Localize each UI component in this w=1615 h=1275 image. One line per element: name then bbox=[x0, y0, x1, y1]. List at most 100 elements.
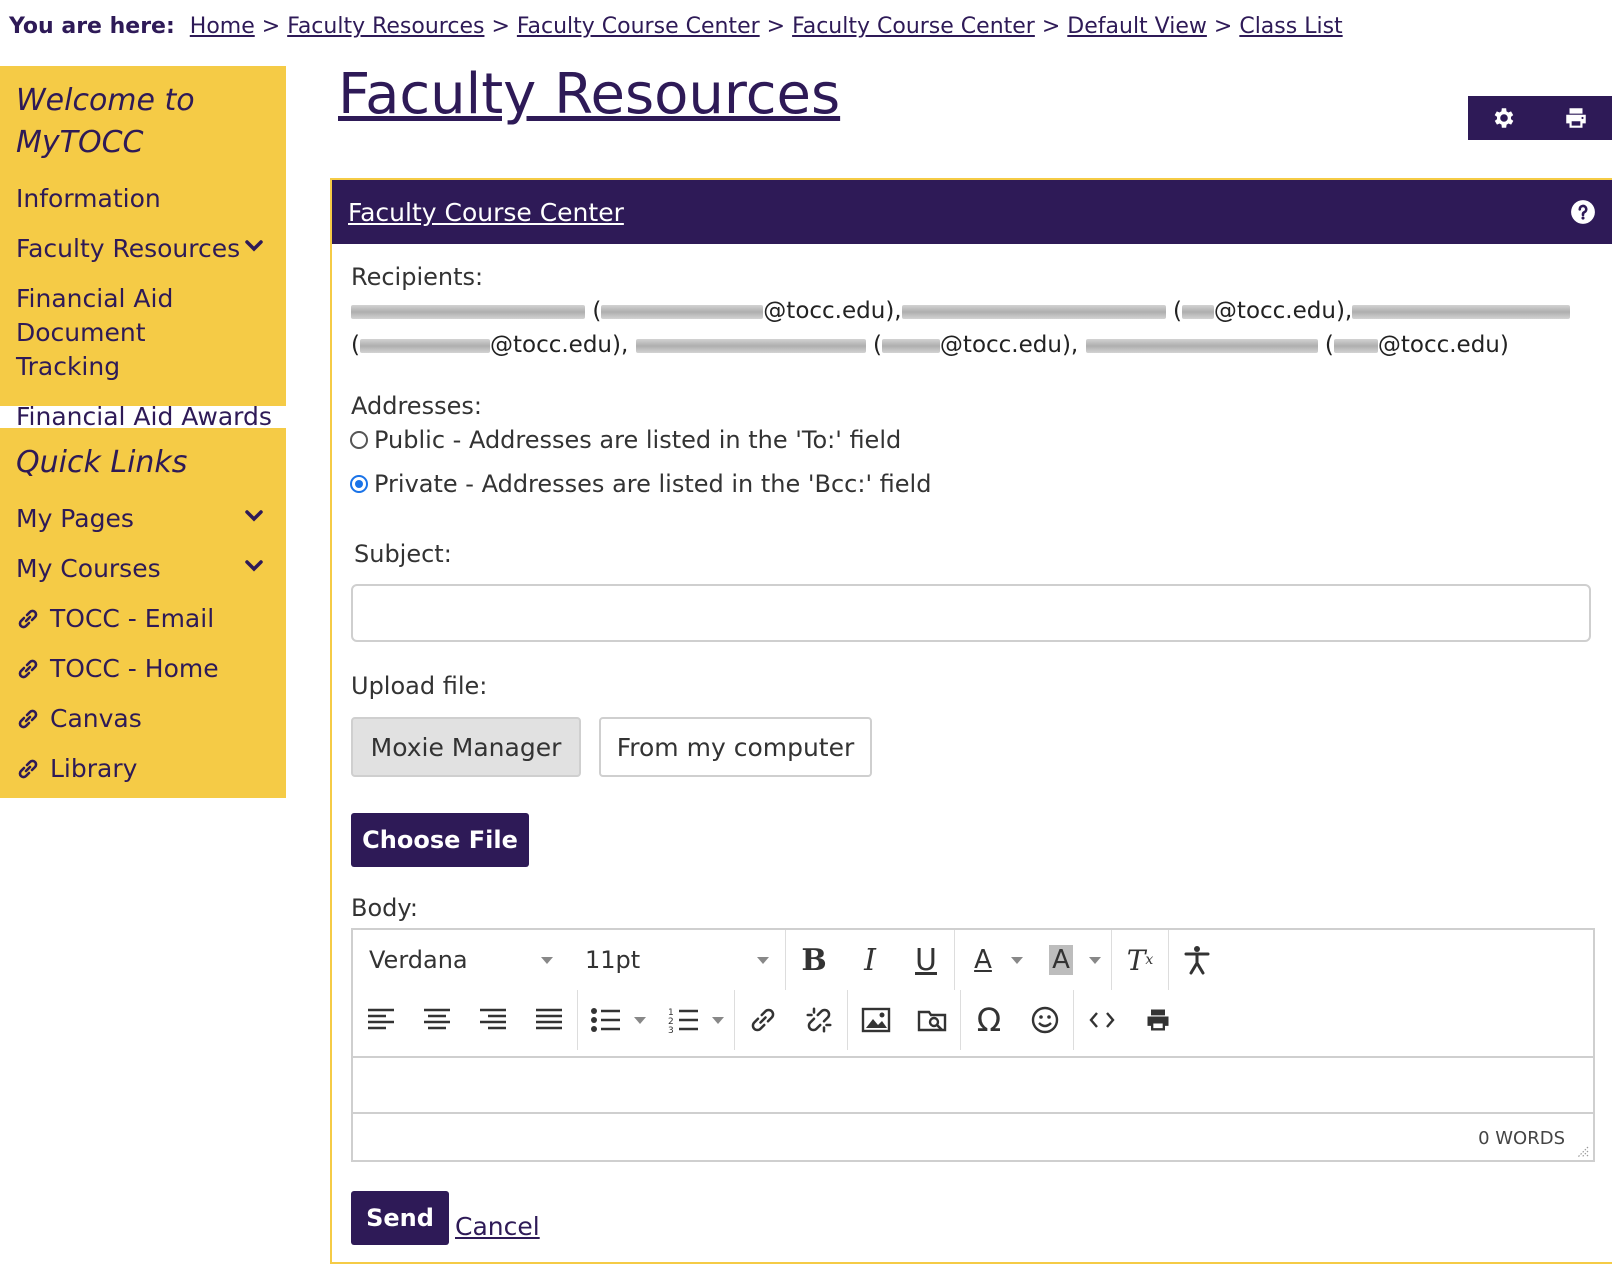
paren: ) bbox=[1499, 332, 1509, 358]
send-button[interactable]: Send bbox=[351, 1191, 449, 1245]
underline-icon[interactable]: U bbox=[898, 932, 954, 988]
recipients-line-1: (@tocc.edu), (@tocc.edu), bbox=[351, 298, 1571, 324]
breadcrumb-separator: > bbox=[766, 14, 786, 39]
dropdown-caret-icon[interactable] bbox=[634, 1016, 646, 1024]
quick-links-title: Quick Links bbox=[16, 445, 188, 480]
redacted-email bbox=[359, 338, 490, 353]
clear-formatting-icon[interactable]: Tx bbox=[1112, 932, 1168, 988]
quick-link-library[interactable]: Library bbox=[16, 744, 286, 794]
redacted-name bbox=[1085, 338, 1318, 353]
breadcrumb-faculty-course-center-2[interactable]: Faculty Course Center bbox=[792, 14, 1035, 39]
chevron-down-icon[interactable] bbox=[244, 556, 264, 576]
paren-comma: ), bbox=[1335, 298, 1353, 324]
dropdown-caret-icon bbox=[541, 956, 553, 964]
redacted-name bbox=[635, 338, 866, 353]
address-option-public[interactable]: Public - Addresses are listed in the 'To… bbox=[350, 426, 901, 454]
align-right-icon[interactable] bbox=[465, 992, 521, 1048]
dropdown-caret-icon[interactable] bbox=[1011, 956, 1023, 964]
font-family-select[interactable]: Verdana bbox=[353, 946, 569, 974]
page-title[interactable]: Faculty Resources bbox=[338, 62, 840, 127]
recipients-line-2: (@tocc.edu), (@tocc.edu), (@tocc.edu) bbox=[351, 332, 1509, 358]
remove-link-icon[interactable] bbox=[791, 992, 847, 1048]
redacted-email bbox=[1181, 304, 1214, 319]
paren: ( bbox=[1324, 332, 1334, 358]
cancel-link[interactable]: Cancel bbox=[455, 1212, 540, 1241]
breadcrumb-class-list[interactable]: Class List bbox=[1239, 14, 1342, 39]
sidebar-item-label: My Courses bbox=[16, 554, 161, 583]
redacted-email bbox=[1333, 338, 1378, 353]
link-icon bbox=[18, 609, 38, 629]
addresses-label: Addresses: bbox=[351, 392, 482, 420]
radio-label: Public - Addresses are listed in the 'To… bbox=[374, 426, 902, 454]
printer-icon[interactable] bbox=[1563, 105, 1589, 131]
redacted-name bbox=[1352, 304, 1571, 319]
sidebar-item-my-courses[interactable]: My Courses bbox=[16, 544, 286, 594]
quick-link-label: TOCC - Email bbox=[50, 604, 215, 633]
radio-public[interactable] bbox=[350, 431, 368, 449]
quick-links-box: Quick Links My Pages My Courses TOCC - E… bbox=[0, 428, 286, 798]
breadcrumb-default-view[interactable]: Default View bbox=[1067, 14, 1207, 39]
insert-link-icon[interactable] bbox=[735, 992, 791, 1048]
source-code-icon[interactable] bbox=[1074, 992, 1130, 1048]
font-size-select[interactable]: 11pt bbox=[569, 946, 785, 974]
emoticons-icon[interactable] bbox=[1017, 992, 1073, 1048]
dropdown-caret-icon[interactable] bbox=[712, 1016, 724, 1024]
recipient-domain: @tocc.edu bbox=[939, 332, 1062, 358]
redacted-email bbox=[881, 338, 940, 353]
sidebar-item-faculty-resources[interactable]: Faculty Resources bbox=[16, 224, 286, 274]
align-justify-icon[interactable] bbox=[521, 992, 577, 1048]
background-color-icon[interactable]: A bbox=[1033, 932, 1089, 988]
align-left-icon[interactable] bbox=[353, 992, 409, 1048]
panel-title[interactable]: Faculty Course Center bbox=[348, 198, 624, 227]
subject-input[interactable] bbox=[351, 584, 1591, 642]
numbered-list-icon[interactable]: 123 bbox=[656, 992, 712, 1048]
italic-icon[interactable]: I bbox=[842, 932, 898, 988]
link-icon bbox=[18, 709, 38, 729]
moxie-manager-button[interactable]: Moxie Manager bbox=[351, 717, 581, 777]
insert-image-icon[interactable] bbox=[848, 992, 904, 1048]
special-character-icon[interactable]: Ω bbox=[961, 992, 1017, 1048]
breadcrumb-label: You are here: bbox=[9, 14, 175, 39]
breadcrumb-faculty-course-center[interactable]: Faculty Course Center bbox=[517, 14, 760, 39]
paren-comma: ), bbox=[612, 332, 629, 358]
resize-handle-icon[interactable] bbox=[1575, 1144, 1589, 1158]
editor-status-bar: 0 WORDS bbox=[353, 1114, 1593, 1162]
subject-label: Subject: bbox=[354, 540, 452, 568]
paren: ( bbox=[351, 332, 360, 358]
address-option-private[interactable]: Private - Addresses are listed in the 'B… bbox=[350, 470, 931, 498]
quick-link-canvas[interactable]: Canvas bbox=[16, 694, 286, 744]
chevron-down-icon[interactable] bbox=[244, 506, 264, 526]
breadcrumb-separator: > bbox=[491, 14, 510, 39]
help-icon[interactable] bbox=[1570, 199, 1596, 225]
choose-file-button[interactable]: Choose File bbox=[351, 813, 529, 867]
accessibility-icon[interactable] bbox=[1169, 932, 1225, 988]
gear-icon[interactable] bbox=[1491, 105, 1517, 131]
bold-icon[interactable]: B bbox=[786, 932, 842, 988]
recipient-domain: @tocc.edu bbox=[763, 298, 886, 324]
sidebar-item-label: Faculty Resources bbox=[16, 234, 241, 263]
sidebar-item-financial-aid-document-tracking[interactable]: Financial Aid Document Tracking bbox=[16, 274, 256, 392]
quick-link-label: Canvas bbox=[50, 704, 142, 733]
breadcrumb-home[interactable]: Home bbox=[190, 14, 255, 39]
quick-link-tocc-email[interactable]: TOCC - Email bbox=[16, 594, 286, 644]
quick-link-tocc-home[interactable]: TOCC - Home bbox=[16, 644, 286, 694]
editor-toolbar-row: Verdana 11pt B I U A A Tx bbox=[353, 930, 1225, 990]
breadcrumb-separator: > bbox=[1041, 14, 1061, 39]
quick-link-label: Library bbox=[50, 754, 138, 783]
text-color-icon[interactable]: A bbox=[955, 932, 1011, 988]
rich-text-editor: Verdana 11pt B I U A A Tx 1 2 3 Ω 0 WORD… bbox=[351, 928, 1595, 1162]
align-center-icon[interactable] bbox=[409, 992, 465, 1048]
sidebar-item-my-pages[interactable]: My Pages bbox=[16, 494, 286, 544]
dropdown-caret-icon[interactable] bbox=[1089, 956, 1101, 964]
chevron-down-icon[interactable] bbox=[244, 236, 264, 256]
recipients-label: Recipients: bbox=[351, 263, 484, 291]
editor-body-area[interactable] bbox=[353, 1058, 1593, 1114]
sidebar-item-information[interactable]: Information bbox=[16, 174, 286, 224]
radio-private[interactable] bbox=[350, 475, 368, 493]
paren: ( bbox=[1172, 298, 1182, 324]
bullet-list-icon[interactable] bbox=[578, 992, 634, 1048]
print-icon[interactable] bbox=[1130, 992, 1186, 1048]
browse-media-icon[interactable] bbox=[904, 992, 960, 1048]
from-my-computer-button[interactable]: From my computer bbox=[599, 717, 872, 777]
breadcrumb-faculty-resources[interactable]: Faculty Resources bbox=[287, 14, 484, 39]
